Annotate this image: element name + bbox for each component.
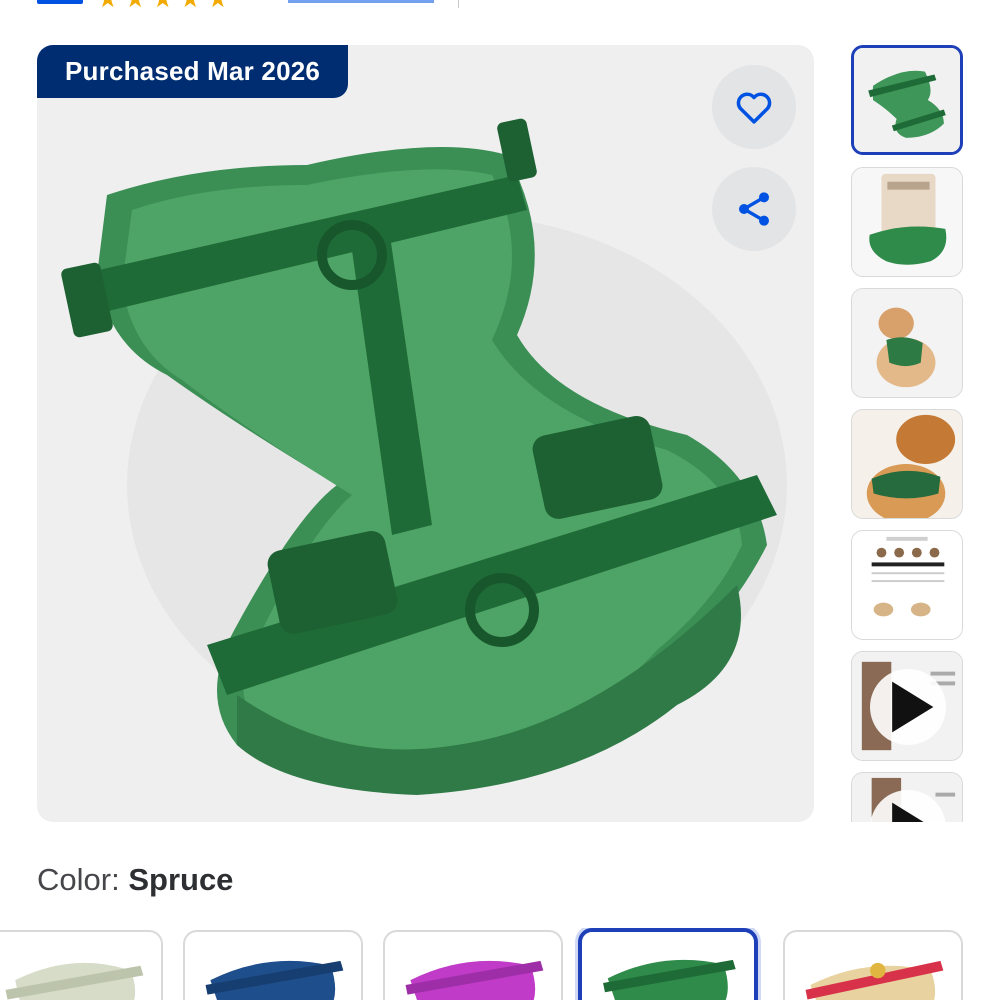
thumbnail-image <box>852 168 962 276</box>
star-icon: ★ <box>207 0 229 12</box>
thumbnail-image <box>852 410 962 518</box>
heart-icon <box>736 92 772 124</box>
thumbnail-packaging[interactable] <box>851 167 963 277</box>
swatch-image <box>205 960 344 1000</box>
color-swatch[interactable] <box>183 930 363 1000</box>
share-button[interactable] <box>712 167 796 251</box>
star-icon: ★ <box>180 0 202 12</box>
thumbnail-list[interactable] <box>851 45 963 822</box>
color-label: Color: Spruce <box>37 862 233 898</box>
swatch-image <box>5 962 144 1000</box>
color-swatch[interactable] <box>0 930 163 1000</box>
tab-indicator <box>37 0 83 4</box>
harness-image <box>61 118 787 795</box>
thumbnail-size-guide[interactable] <box>851 530 963 640</box>
thumbnail-image <box>852 289 962 397</box>
rating-stars: ★ ★ ★ ★ ★ <box>97 0 229 12</box>
color-swatch[interactable] <box>383 930 563 1000</box>
star-icon: ★ <box>152 0 174 12</box>
main-product-image[interactable]: Purchased Mar 2026 <box>37 45 814 822</box>
star-icon: ★ <box>97 0 119 12</box>
top-rating-row: ★ ★ ★ ★ ★ <box>0 0 1000 12</box>
swatch-image <box>805 960 944 1000</box>
play-icon <box>892 681 934 733</box>
star-icon: ★ <box>125 0 147 12</box>
play-button[interactable] <box>870 669 946 745</box>
thumbnail-pomeranian[interactable] <box>851 288 963 398</box>
divider <box>458 0 459 8</box>
play-icon <box>892 802 924 822</box>
purchased-badge: Purchased Mar 2026 <box>37 45 349 98</box>
swatch-image <box>603 959 736 1000</box>
color-swatch-selected[interactable] <box>578 928 758 1000</box>
share-icon <box>739 192 769 226</box>
reviews-link[interactable] <box>288 0 434 3</box>
thumbnail-harness[interactable] <box>851 45 963 155</box>
color-label-prefix: Color: <box>37 862 120 897</box>
swatch-image <box>405 960 544 1000</box>
selected-color-name: Spruce <box>128 862 234 897</box>
thumbnail-video-1[interactable] <box>851 651 963 761</box>
thumbnail-dog-closeup[interactable] <box>851 409 963 519</box>
play-button[interactable] <box>870 790 946 822</box>
thumbnail-image <box>852 531 962 639</box>
favorite-button[interactable] <box>712 65 796 149</box>
color-swatch[interactable] <box>783 930 963 1000</box>
thumbnail-image <box>854 48 960 152</box>
thumbnail-video-2[interactable] <box>851 772 963 822</box>
color-swatch-list <box>0 928 1000 1000</box>
